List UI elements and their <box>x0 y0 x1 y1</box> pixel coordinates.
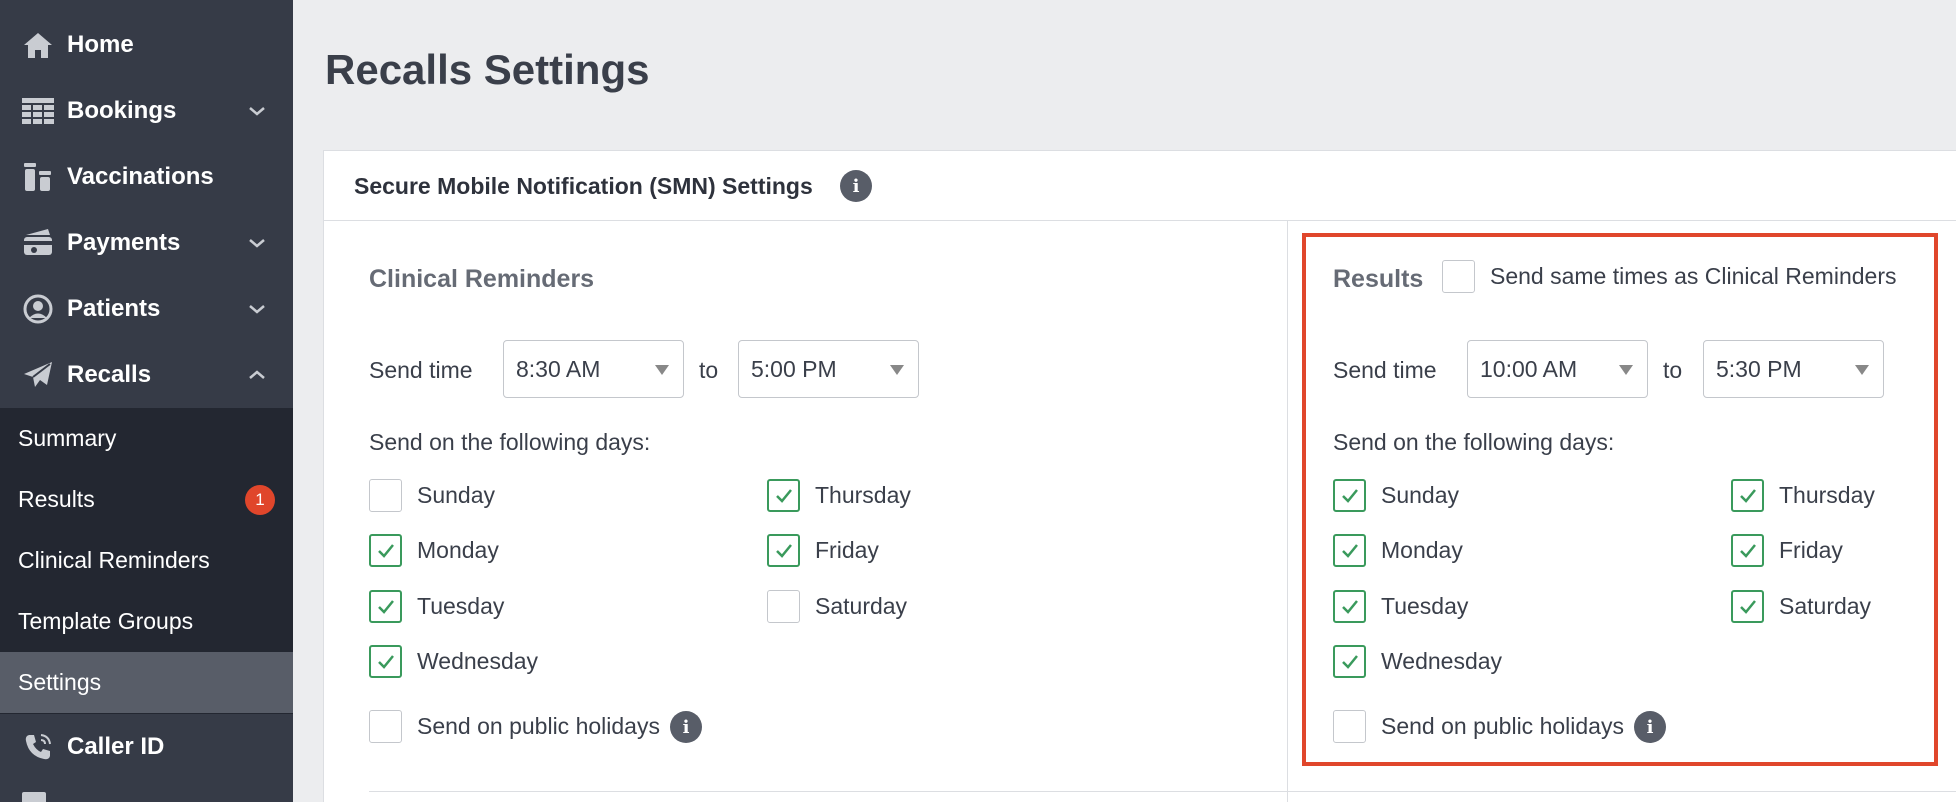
subnav-item-summary[interactable]: Summary <box>0 408 293 469</box>
checkbox-label: Saturday <box>815 592 908 619</box>
subnav-label: Clinical Reminders <box>18 547 210 573</box>
checkbox[interactable] <box>369 709 402 743</box>
checkbox[interactable] <box>767 478 800 512</box>
checkmark-icon <box>378 599 394 614</box>
paper-plane-icon <box>22 359 54 391</box>
nav-label: Caller ID <box>67 733 165 760</box>
caret-down-icon <box>890 365 904 375</box>
panel-title: Secure Mobile Notification (SMN) Setting… <box>354 173 813 199</box>
caret-down-icon <box>655 365 669 375</box>
days-label: Send on the following days: <box>369 429 651 455</box>
page-title: Recalls Settings <box>325 46 650 93</box>
checkbox-label: Tuesday <box>417 592 505 619</box>
clinical-reminders-title: Clinical Reminders <box>369 265 595 293</box>
clinical-day-friday[interactable]: Friday <box>767 533 879 567</box>
subnav-item-clinical-reminders[interactable]: Clinical Reminders <box>0 530 293 591</box>
checkmark-icon <box>378 543 394 558</box>
clinical-end-time-select[interactable]: 5:00 PM <box>738 340 919 398</box>
next-nav-icon <box>22 792 46 802</box>
clinical-day-saturday[interactable]: Saturday <box>767 589 907 623</box>
checkbox[interactable] <box>767 589 800 623</box>
notification-badge: 1 <box>245 484 275 515</box>
nav-item-patients[interactable]: Patients <box>0 276 293 342</box>
recalls-submenu: Summary Results 1 Clinical Reminders Temp… <box>0 408 293 714</box>
clinical-public-holidays[interactable]: Send on public holidays <box>369 709 660 743</box>
nav-item-bookings[interactable]: Bookings <box>0 78 293 144</box>
clinical-day-wednesday[interactable]: Wednesday <box>369 644 538 678</box>
nav-label: Home <box>67 31 134 58</box>
nav-label: Vaccinations <box>67 163 214 190</box>
vials-icon <box>22 161 54 193</box>
checkbox-label: Thursday <box>815 481 911 508</box>
checkbox[interactable] <box>369 533 402 567</box>
user-circle-icon <box>22 293 54 325</box>
info-icon[interactable]: i <box>670 711 702 743</box>
subnav-item-settings[interactable]: Settings <box>0 652 293 713</box>
divider <box>369 791 1956 792</box>
info-icon[interactable]: i <box>840 170 872 202</box>
subnav-label: Results <box>18 486 95 512</box>
checkbox[interactable] <box>369 478 402 512</box>
phone-icon <box>22 731 54 763</box>
subnav-label: Settings <box>18 669 102 695</box>
nav-item-payments[interactable]: Payments <box>0 210 293 276</box>
clinical-day-sunday[interactable]: Sunday <box>369 478 495 512</box>
checkbox[interactable] <box>369 589 402 623</box>
checkbox[interactable] <box>767 533 800 567</box>
to-label: to <box>699 357 719 383</box>
send-time-label: Send time <box>369 357 473 383</box>
checkbox[interactable] <box>369 644 402 678</box>
sidebar: Home Bookings Vaccinations Payments Pati… <box>0 0 293 802</box>
checkbox-label: Send on public holidays <box>417 712 660 739</box>
clinical-day-thursday[interactable]: Thursday <box>767 478 911 512</box>
checkbox-label: Sunday <box>417 481 496 508</box>
subnav-item-results[interactable]: Results 1 <box>0 469 293 530</box>
nav-label: Bookings <box>67 97 177 124</box>
nav-label: Patients <box>67 295 161 322</box>
panel-header: Secure Mobile Notification (SMN) Setting… <box>324 151 1956 221</box>
subnav-label: Template Groups <box>18 608 194 634</box>
nav-label: Recalls <box>67 361 152 388</box>
credit-card-icon <box>22 227 54 259</box>
checkbox-label: Friday <box>815 536 879 563</box>
column-divider <box>1287 221 1288 802</box>
chevron-down-icon <box>249 239 265 248</box>
home-icon <box>22 29 54 61</box>
select-value: 5:00 PM <box>751 355 837 382</box>
clinical-day-tuesday[interactable]: Tuesday <box>369 589 504 623</box>
nav-item-caller-id[interactable]: Caller ID <box>0 714 293 780</box>
chevron-down-icon <box>249 107 265 116</box>
nav-item-vaccinations[interactable]: Vaccinations <box>0 144 293 210</box>
subnav-item-template-groups[interactable]: Template Groups <box>0 591 293 652</box>
checkmark-icon <box>378 654 394 669</box>
clinical-start-time-select[interactable]: 8:30 AM <box>503 340 684 398</box>
nav-label: Payments <box>67 229 181 256</box>
grid-icon <box>22 95 54 127</box>
chevron-up-icon <box>249 370 265 379</box>
subnav-label: Summary <box>18 425 117 451</box>
results-highlight-box <box>1302 233 1938 766</box>
chevron-down-icon <box>249 305 265 314</box>
clinical-day-monday[interactable]: Monday <box>369 533 499 567</box>
checkbox-label: Monday <box>417 536 499 563</box>
nav-item-home[interactable]: Home <box>0 12 293 78</box>
select-value: 8:30 AM <box>516 355 601 382</box>
checkmark-icon <box>776 488 792 503</box>
nav-item-recalls[interactable]: Recalls <box>0 342 293 408</box>
checkmark-icon <box>776 543 792 558</box>
checkbox-label: Wednesday <box>417 647 539 674</box>
